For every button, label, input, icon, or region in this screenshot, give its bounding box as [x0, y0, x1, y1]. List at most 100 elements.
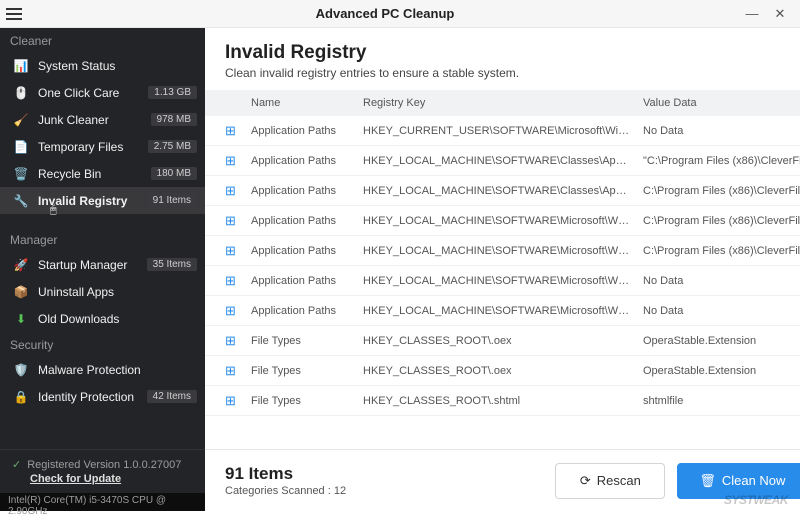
sidebar-item-system-status[interactable]: 📊 System Status — [0, 52, 205, 79]
sidebar-item-badge: 1.13 GB — [148, 86, 197, 99]
row-name: Application Paths — [251, 245, 363, 257]
sidebar-item-uninstall[interactable]: 📦 Uninstall Apps — [0, 278, 205, 305]
check-update-link[interactable]: Check for Update — [30, 473, 193, 485]
table-header: Name Registry Key Value Data — [205, 90, 800, 116]
row-name: File Types — [251, 395, 363, 407]
registered-text: Registered Version 1.0.0.27007 — [27, 459, 181, 471]
table-row[interactable]: ⊞File TypesHKEY_CLASSES_ROOT\.oexOperaSt… — [205, 356, 800, 386]
close-button[interactable]: ✕ — [770, 4, 790, 24]
sidebar-item-label: Uninstall Apps — [38, 285, 197, 299]
row-key: HKEY_LOCAL_MACHINE\SOFTWARE\Microsoft\Wi… — [363, 275, 643, 287]
row-value: No Data — [643, 125, 800, 137]
cursor-icon: 🖱 — [50, 204, 255, 217]
sidebar-item-startup[interactable]: 🚀 Startup Manager 35 Items — [0, 251, 205, 278]
row-key: HKEY_LOCAL_MACHINE\SOFTWARE\Classes\Appl… — [363, 185, 643, 197]
row-key: HKEY_CURRENT_USER\SOFTWARE\Microsoft\Win… — [363, 125, 643, 137]
rescan-button[interactable]: ⟳ Rescan — [555, 463, 665, 499]
row-name: File Types — [251, 335, 363, 347]
sidebar-item-label: Malware Protection — [38, 363, 197, 377]
col-value[interactable]: Value Data — [643, 97, 800, 109]
page-subtitle: Clean invalid registry entries to ensure… — [225, 66, 800, 80]
row-name: Application Paths — [251, 305, 363, 317]
sidebar-item-label: Identity Protection — [38, 390, 147, 404]
sidebar-item-junk[interactable]: 🧹 Junk Cleaner 978 MB — [0, 106, 205, 133]
content-header: Invalid Registry Clean invalid registry … — [205, 28, 800, 90]
items-count: 91 Items — [225, 464, 543, 484]
row-name: Application Paths — [251, 125, 363, 137]
titlebar: Advanced PC Cleanup — ✕ — [0, 0, 800, 28]
table-row[interactable]: ⊞File TypesHKEY_CLASSES_ROOT\.shtmlshtml… — [205, 386, 800, 416]
sidebar-item-badge: 978 MB — [151, 113, 197, 126]
section-manager: Manager — [0, 227, 205, 251]
content-footer: 91 Items Categories Scanned : 12 ⟳ Resca… — [205, 449, 800, 511]
uninstall-icon: 📦 — [12, 285, 30, 299]
row-name: Application Paths — [251, 185, 363, 197]
row-key: HKEY_CLASSES_ROOT\.shtml — [363, 395, 643, 407]
table-row[interactable]: ⊞File TypesHKEY_CLASSES_ROOT\.oexOperaSt… — [205, 326, 800, 356]
sidebar-item-badge: 2.75 MB — [148, 140, 197, 153]
col-key[interactable]: Registry Key — [363, 97, 643, 109]
row-name: Application Paths — [251, 275, 363, 287]
sidebar-item-downloads[interactable]: ⬇ Old Downloads — [0, 305, 205, 332]
sidebar-item-one-click[interactable]: 🖱️ One Click Care 1.13 GB — [0, 79, 205, 106]
registry-entry-icon: ⊞ — [225, 123, 251, 139]
window-controls: — ✕ — [742, 4, 800, 24]
status-bar: Intel(R) Core(TM) i5-3470S CPU @ 2.90GHz — [0, 493, 205, 511]
sidebar-item-malware[interactable]: 🛡️ Malware Protection — [0, 356, 205, 383]
page-title: Invalid Registry — [225, 42, 800, 64]
row-name: File Types — [251, 365, 363, 377]
registered-version: ✓ Registered Version 1.0.0.27007 — [12, 458, 193, 471]
row-value: OperaStable.Extension — [643, 335, 800, 347]
sidebar-item-temp[interactable]: 📄 Temporary Files 2.75 MB — [0, 133, 205, 160]
row-value: C:\Program Files (x86)\CleverFile... — [643, 245, 800, 257]
rocket-icon: 🚀 — [12, 258, 30, 272]
minimize-button[interactable]: — — [742, 4, 762, 24]
download-icon: ⬇ — [12, 312, 30, 326]
content: Invalid Registry Clean invalid registry … — [205, 28, 800, 511]
table-row[interactable]: ⊞Application PathsHKEY_LOCAL_MACHINE\SOF… — [205, 206, 800, 236]
table-row[interactable]: ⊞Application PathsHKEY_CURRENT_USER\SOFT… — [205, 116, 800, 146]
shield-icon: 🛡️ — [12, 363, 30, 377]
sidebar-item-badge: 42 Items — [147, 390, 197, 403]
table-row[interactable]: ⊞Application PathsHKEY_LOCAL_MACHINE\SOF… — [205, 266, 800, 296]
row-key: HKEY_LOCAL_MACHINE\SOFTWARE\Classes\Appl… — [363, 155, 643, 167]
section-security: Security — [0, 332, 205, 356]
table-row[interactable]: ⊞Application PathsHKEY_LOCAL_MACHINE\SOF… — [205, 146, 800, 176]
gauge-icon: 📊 — [12, 59, 30, 73]
row-value: OperaStable.Extension — [643, 365, 800, 377]
row-value: C:\Program Files (x86)\CleverFile... — [643, 215, 800, 227]
row-key: HKEY_CLASSES_ROOT\.oex — [363, 365, 643, 377]
col-name[interactable]: Name — [251, 97, 363, 109]
check-icon: ✓ — [12, 458, 21, 471]
registry-icon: 🔧 — [12, 194, 30, 208]
table-row[interactable]: ⊞Application PathsHKEY_LOCAL_MACHINE\SOF… — [205, 236, 800, 266]
sidebar-item-recycle[interactable]: 🗑️ Recycle Bin 180 MB — [0, 160, 205, 187]
sidebar-item-badge: 180 MB — [151, 167, 197, 180]
row-value: No Data — [643, 305, 800, 317]
sidebar-item-label: Recycle Bin — [38, 167, 151, 181]
menu-icon[interactable] — [0, 0, 28, 28]
sidebar-footer: ✓ Registered Version 1.0.0.27007 Check f… — [0, 449, 205, 493]
sidebar-item-label: System Status — [38, 59, 197, 73]
sidebar-item-label: Temporary Files — [38, 140, 148, 154]
sidebar-item-identity[interactable]: 🔒 Identity Protection 42 Items — [0, 383, 205, 410]
table-row[interactable]: ⊞Application PathsHKEY_LOCAL_MACHINE\SOF… — [205, 296, 800, 326]
refresh-icon: ⟳ — [580, 473, 591, 489]
row-name: Application Paths — [251, 155, 363, 167]
row-value: C:\Program Files (x86)\CleverFile... — [643, 185, 800, 197]
table-body[interactable]: ⊞Application PathsHKEY_CURRENT_USER\SOFT… — [205, 116, 800, 449]
row-key: HKEY_LOCAL_MACHINE\SOFTWARE\Microsoft\Wi… — [363, 215, 643, 227]
main-layout: Cleaner 📊 System Status 🖱️ One Click Car… — [0, 28, 800, 511]
registry-entry-icon: ⊞ — [225, 183, 251, 199]
trash-icon: 🗑️ — [12, 167, 30, 181]
row-name: Application Paths — [251, 215, 363, 227]
table-row[interactable]: ⊞Application PathsHKEY_LOCAL_MACHINE\SOF… — [205, 176, 800, 206]
sidebar-item-label: Old Downloads — [38, 312, 197, 326]
footer-counts: 91 Items Categories Scanned : 12 — [225, 464, 543, 497]
registry-entry-icon: ⊞ — [225, 333, 251, 349]
watermark: SYSTWEAK — [724, 493, 788, 507]
clean-label: Clean Now — [722, 473, 786, 488]
trash-icon: 🗑 — [699, 473, 716, 489]
sidebar-item-label: Junk Cleaner — [38, 113, 151, 127]
section-cleaner: Cleaner — [0, 28, 205, 52]
